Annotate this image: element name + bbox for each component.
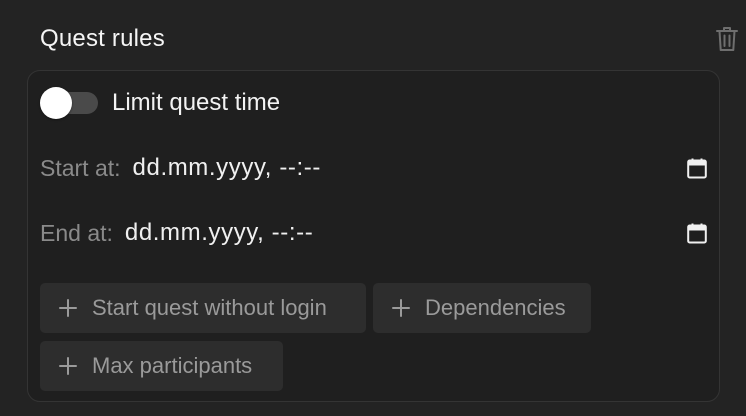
quest-rules-card: Limit quest time Start at: dd.mm.yyyy, -… xyxy=(27,70,720,402)
max-participants-label: Max participants xyxy=(92,353,253,378)
dependencies-button[interactable]: Dependencies xyxy=(373,283,591,333)
dependencies-label: Dependencies xyxy=(425,295,566,320)
quest-rules-panel: Quest rules Limit quest time Start at: d… xyxy=(0,0,746,416)
plus-icon xyxy=(58,298,78,318)
panel-title: Quest rules xyxy=(40,25,165,52)
limit-quest-time-toggle[interactable] xyxy=(40,87,98,119)
limit-quest-time-label: Limit quest time xyxy=(112,89,281,116)
calendar-icon[interactable] xyxy=(686,222,708,244)
panel-header: Quest rules xyxy=(40,22,738,56)
plus-icon xyxy=(58,356,78,376)
toggle-knob xyxy=(40,87,72,119)
trash-icon[interactable] xyxy=(714,24,740,54)
limit-time-toggle-row: Limit quest time xyxy=(40,87,280,119)
start-without-login-button[interactable]: Start quest without login xyxy=(40,283,366,333)
calendar-icon[interactable] xyxy=(686,157,708,179)
end-at-input[interactable]: dd.mm.yyyy, --:-- xyxy=(125,219,686,247)
start-without-login-label: Start quest without login xyxy=(92,295,327,320)
end-at-label: End at: xyxy=(40,219,113,246)
max-participants-button[interactable]: Max participants xyxy=(40,341,283,391)
plus-icon xyxy=(391,298,411,318)
start-at-label: Start at: xyxy=(40,154,121,181)
start-at-input[interactable]: dd.mm.yyyy, --:-- xyxy=(133,154,686,182)
end-at-field[interactable]: End at: dd.mm.yyyy, --:-- xyxy=(40,215,708,251)
start-at-field[interactable]: Start at: dd.mm.yyyy, --:-- xyxy=(40,150,708,186)
